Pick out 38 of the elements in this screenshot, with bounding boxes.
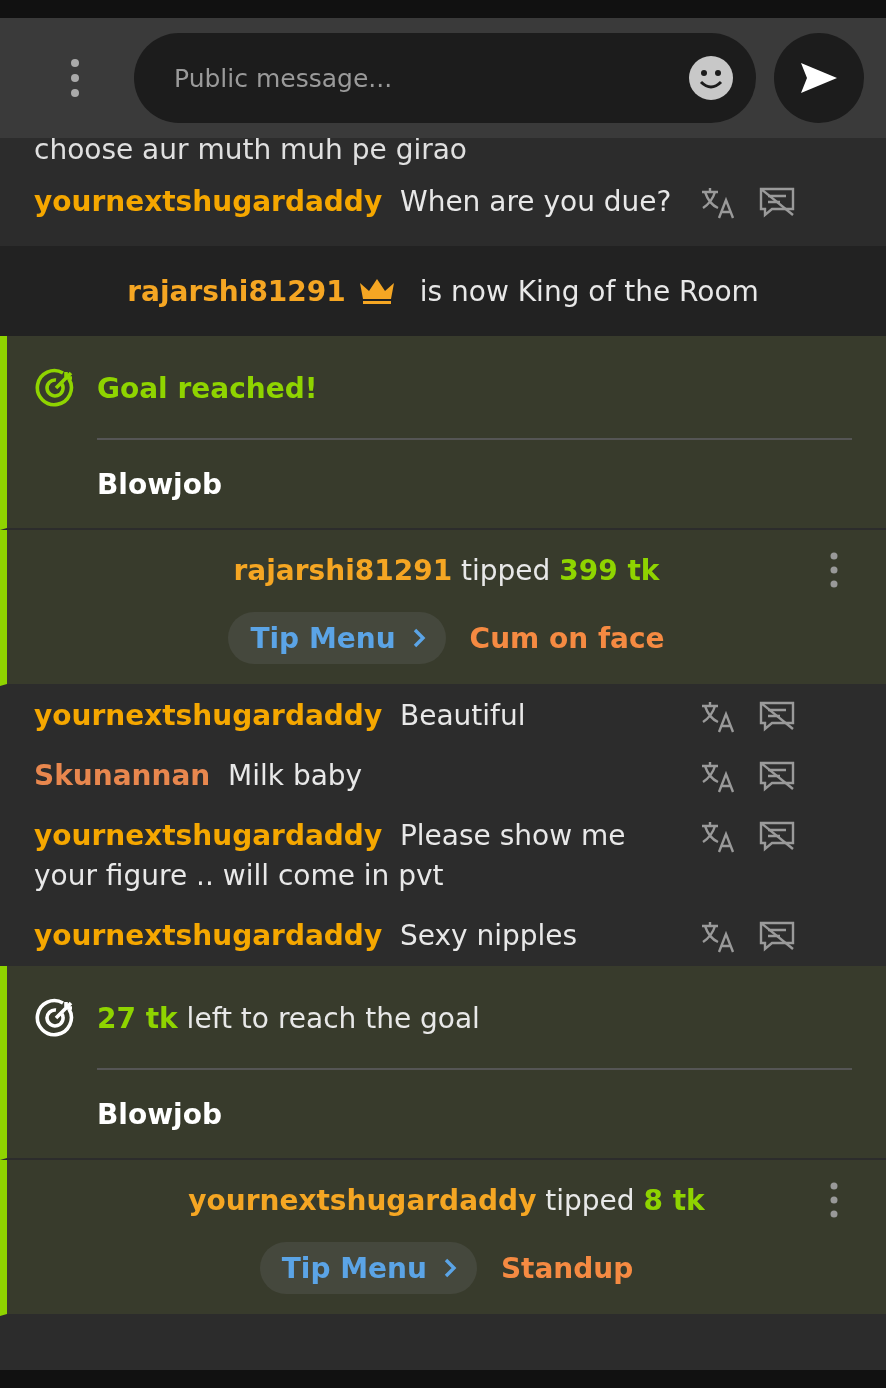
chat-message: yournextshugardaddy When are you due?: [34, 184, 673, 220]
translate-icon[interactable]: [700, 760, 736, 794]
send-icon: [799, 61, 839, 95]
chat-message: Skunannan Milk baby: [34, 758, 364, 794]
chevron-icon: [442, 1257, 457, 1279]
tip-menu-button[interactable]: Tip Menu: [259, 1242, 477, 1294]
message-input[interactable]: Public message...: [134, 33, 756, 123]
goal-name: Blowjob: [97, 1096, 223, 1133]
hide-message-icon[interactable]: [758, 820, 796, 852]
chevron-icon: [411, 627, 426, 649]
tip-notice: rajarshi81291 tipped 399 tk: [233, 553, 660, 587]
emoji-icon[interactable]: [688, 55, 734, 101]
username[interactable]: rajarshi81291: [127, 274, 346, 308]
translate-icon[interactable]: [700, 820, 736, 854]
king-notice: is now King of the Room: [419, 274, 759, 308]
chat-message: yournextshugardaddy Sexy nipples: [34, 918, 579, 954]
tip-item: Cum on face: [469, 621, 665, 655]
crown-icon: [357, 277, 396, 305]
tip-item: Standup: [500, 1251, 634, 1285]
hide-message-icon[interactable]: [758, 700, 796, 732]
chat-message: yournextshugardaddy Please show me your figure .. will come in pvt: [34, 818, 627, 894]
goal-name: Blowjob: [97, 466, 223, 503]
tip-notice: yournextshugardaddy tipped 8 tk: [188, 1183, 705, 1217]
translate-icon[interactable]: [700, 700, 736, 734]
message-field[interactable]: Public message...: [172, 62, 688, 94]
more-icon[interactable]: [70, 58, 80, 98]
more-icon[interactable]: [830, 1182, 838, 1218]
chat-text: choose aur muth muh pe girao: [34, 138, 467, 166]
hide-message-icon[interactable]: [758, 920, 796, 952]
translate-icon[interactable]: [700, 186, 736, 220]
hide-message-icon[interactable]: [758, 760, 796, 792]
goal-progress: 27 tk left to reach the goal: [97, 1001, 480, 1035]
hide-message-icon[interactable]: [758, 186, 796, 218]
tip-menu-button[interactable]: Tip Menu: [228, 612, 446, 664]
chat-message: yournextshugardaddy Beautiful: [34, 698, 527, 734]
goal-title: Goal reached!: [97, 371, 318, 405]
translate-icon[interactable]: [700, 920, 736, 954]
more-icon[interactable]: [830, 552, 838, 588]
